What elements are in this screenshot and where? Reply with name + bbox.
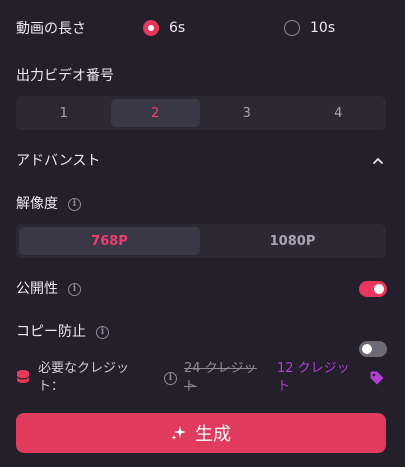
resolution-selector: 768P 1080P — [16, 224, 386, 258]
public-label: 公開性 — [16, 281, 58, 297]
coins-icon — [16, 370, 30, 383]
sparkle-icon — [171, 426, 186, 440]
discounted-credit-cost: 12 クレジッ ト — [277, 361, 350, 394]
advanced-label: アドバンスト — [16, 153, 101, 169]
public-toggle[interactable] — [359, 281, 387, 297]
duration-option-label: 6s — [169, 20, 186, 36]
output-option-4[interactable]: 4 — [294, 99, 384, 127]
toggle-knob — [374, 284, 384, 294]
generate-button[interactable]: 生成 — [16, 413, 386, 453]
output-video-number-label: 出力ビデオ番号 — [16, 68, 114, 84]
duration-option-6s[interactable]: 6s — [143, 20, 185, 36]
info-icon[interactable]: i — [164, 372, 177, 385]
info-icon[interactable]: i — [68, 282, 81, 296]
resolution-option-768p[interactable]: 768P — [19, 227, 200, 255]
public-label-row: 公開性 i — [16, 279, 81, 299]
output-option-1[interactable]: 1 — [19, 99, 109, 127]
duration-label: 動画の長さ — [16, 21, 86, 37]
radio-unselected-indicator — [284, 20, 300, 36]
resolution-option-1080p[interactable]: 1080P — [202, 227, 383, 255]
resolution-label: 解像度 — [16, 196, 58, 212]
original-credit-cost: 24 クレジッ ト — [184, 361, 257, 394]
radio-selected-indicator — [143, 20, 159, 36]
toggle-knob — [362, 344, 372, 354]
info-icon[interactable]: i — [68, 197, 81, 211]
discount-tag-icon — [370, 371, 384, 385]
resolution-label-row: 解像度 i — [16, 194, 81, 214]
output-option-2[interactable]: 2 — [110, 99, 200, 127]
copy-protection-toggle[interactable] — [359, 341, 387, 357]
copy-protection-label: コピー防止 — [16, 324, 86, 340]
copy-protection-label-row: コピー防止 i — [16, 322, 109, 342]
advanced-section-header[interactable]: アドバンスト — [16, 151, 385, 171]
generate-button-label: 生成 — [195, 424, 231, 445]
chevron-up-icon — [373, 158, 383, 164]
duration-option-label: 10s — [310, 20, 336, 36]
required-credits-label: 必要なクレジッ ト： — [38, 361, 130, 394]
output-option-3[interactable]: 3 — [202, 99, 292, 127]
duration-option-10s[interactable]: 10s — [284, 20, 335, 36]
output-video-number-selector: 1 2 3 4 — [16, 96, 386, 130]
info-icon[interactable]: i — [96, 325, 109, 339]
